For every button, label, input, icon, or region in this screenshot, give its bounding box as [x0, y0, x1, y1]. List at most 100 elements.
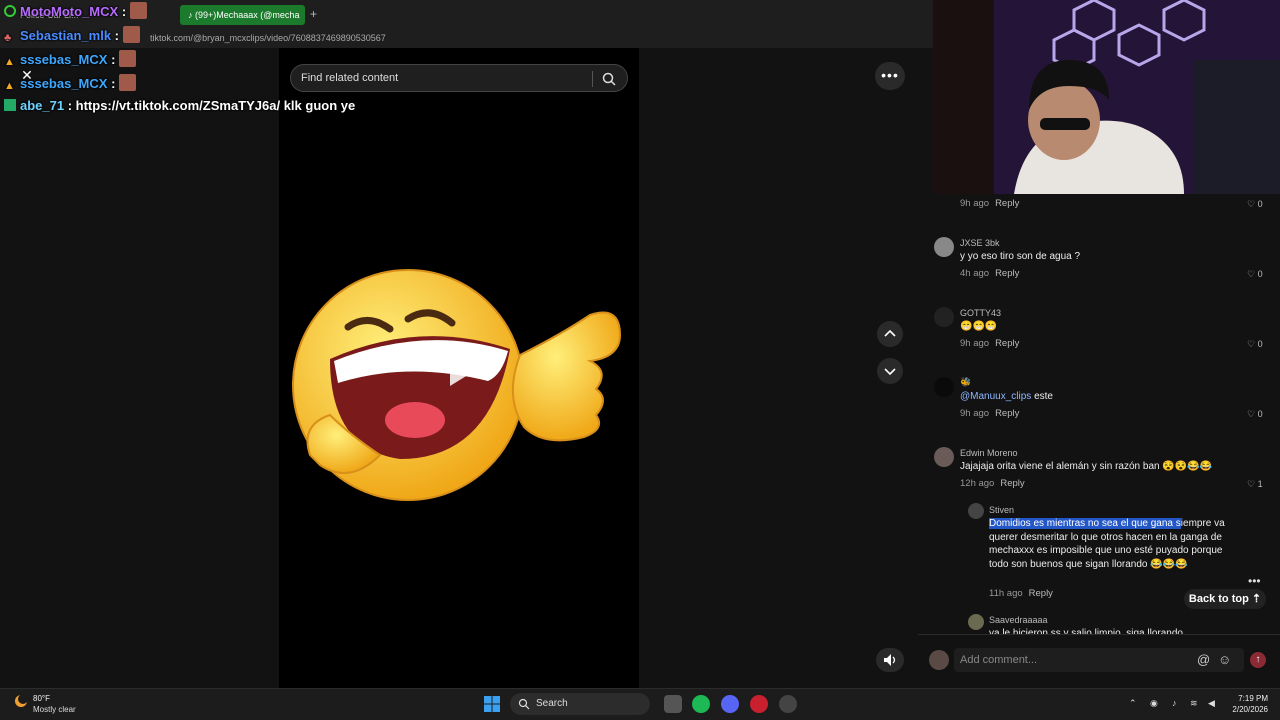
- discord-icon[interactable]: [721, 695, 739, 713]
- reply-author[interactable]: Saavedraaaaa: [989, 615, 1048, 625]
- like-count: 0: [1257, 409, 1263, 419]
- user-avatar[interactable]: [929, 650, 949, 670]
- chat-username: MotoMoto_MCX: [20, 4, 119, 19]
- comment-meta: 12h ago Reply: [960, 478, 1025, 489]
- like-count: 0: [1257, 199, 1263, 209]
- tab-tiktok[interactable]: ♪ (99+)Mechaaax (@mecha: [180, 5, 305, 25]
- comment-time: 9h ago: [960, 198, 990, 209]
- reply-button[interactable]: Reply: [1000, 478, 1024, 489]
- badge-icon: [4, 5, 16, 17]
- comment-text: Jajajaja orita viene el alemán y sin raz…: [960, 461, 1213, 472]
- selected-text: Domidios es mientras no sea el que gana …: [989, 518, 1181, 529]
- comment-author[interactable]: Edwin Moreno: [960, 448, 1018, 458]
- chevron-up-icon[interactable]: ⌃: [1129, 698, 1137, 709]
- avatar[interactable]: [968, 614, 984, 630]
- mention-icon[interactable]: @: [1197, 652, 1210, 667]
- play-icon[interactable]: [440, 350, 480, 390]
- related-search-box[interactable]: Find related content: [290, 64, 628, 92]
- spotify-icon[interactable]: [692, 695, 710, 713]
- like-count: 0: [1257, 339, 1263, 349]
- volume-button[interactable]: [876, 648, 904, 672]
- comment-time: 4h ago: [960, 268, 990, 279]
- file-explorer-icon[interactable]: [664, 695, 682, 713]
- search-divider: [592, 71, 593, 87]
- chat-username: abe_71: [20, 98, 65, 113]
- more-options-button[interactable]: •••: [875, 62, 905, 90]
- comment-time: 9h ago: [960, 338, 990, 349]
- avatar[interactable]: [934, 447, 954, 467]
- emote-icon: [130, 2, 148, 19]
- flame-badge-icon: ▲: [4, 80, 15, 92]
- previous-video-button[interactable]: [877, 321, 903, 347]
- comment-meta: 9h ago Reply: [960, 198, 1019, 209]
- badge-icon: ♣: [4, 32, 12, 44]
- url-text: tiktok.com/@bryan_mcxclips/video/7608837…: [150, 33, 386, 43]
- windows-start-icon[interactable]: [484, 696, 500, 712]
- app-icon[interactable]: [779, 695, 797, 713]
- comment-author[interactable]: 🐝: [960, 377, 971, 388]
- webcam-feed: [934, 0, 1280, 194]
- reply-button[interactable]: Reply: [1029, 588, 1053, 599]
- reply-options-icon[interactable]: •••: [1248, 574, 1261, 588]
- comment-text-body: este: [1031, 391, 1053, 402]
- close-icon[interactable]: ✕: [18, 66, 36, 84]
- avatar[interactable]: [934, 377, 954, 397]
- reply-button[interactable]: Reply: [995, 408, 1019, 419]
- weather-temp[interactable]: 80°F: [33, 694, 50, 703]
- comment-meta: 4h ago Reply: [960, 268, 1019, 279]
- like-button[interactable]: ♡ 0: [1247, 409, 1263, 420]
- speaker-icon[interactable]: ◀: [1208, 698, 1215, 709]
- like-count: 0: [1257, 269, 1263, 279]
- search-placeholder: Find related content: [301, 72, 399, 84]
- post-comment-button[interactable]: ↑: [1250, 652, 1266, 668]
- like-button[interactable]: ♡ 1: [1247, 479, 1263, 490]
- chat-username: sssebas_MCX: [20, 52, 108, 67]
- microphone-icon[interactable]: ♪: [1172, 698, 1177, 708]
- reply-meta: 11h ago Reply: [989, 588, 1053, 599]
- back-to-top-label: Back to top: [1188, 593, 1249, 605]
- chevron-down-icon: [884, 368, 896, 376]
- chat-username: Sebastian_mlk: [20, 28, 112, 43]
- like-button[interactable]: ♡ 0: [1247, 269, 1263, 280]
- next-video-button[interactable]: [877, 358, 903, 384]
- weather-desc[interactable]: Mostly clear: [33, 705, 76, 714]
- network-icon[interactable]: ◉: [1150, 698, 1158, 709]
- search-icon[interactable]: [601, 71, 617, 87]
- reply-author[interactable]: Stiven: [989, 505, 1014, 515]
- chat-message: MotoMoto_MCX :: [4, 2, 148, 19]
- badge-icon: [4, 99, 16, 111]
- reply-button[interactable]: Reply: [995, 198, 1019, 209]
- search-label: Search: [536, 698, 568, 709]
- comment-author[interactable]: GOTTY43: [960, 308, 1001, 318]
- back-to-top-button[interactable]: Back to top ⇡: [1184, 589, 1266, 609]
- avatar[interactable]: [968, 503, 984, 519]
- speaker-icon: [884, 654, 896, 666]
- taskbar-search[interactable]: Search: [510, 693, 650, 715]
- avatar[interactable]: [934, 237, 954, 257]
- like-count: 1: [1257, 479, 1263, 489]
- chat-message-text: https://vt.tiktok.com/ZSmaTYJ6a/ klk guo…: [75, 98, 356, 113]
- reply-text: Domidios es mientras no sea el que gana …: [989, 517, 1234, 571]
- avatar[interactable]: [934, 307, 954, 327]
- wifi-icon[interactable]: ≋: [1190, 698, 1198, 709]
- clock-time: 7:19 PM: [1238, 694, 1268, 703]
- emote-icon: [119, 74, 137, 91]
- comment-meta: 9h ago Reply: [960, 338, 1019, 349]
- comment-author[interactable]: JXSE 3bk: [960, 238, 1000, 248]
- opera-icon[interactable]: [750, 695, 768, 713]
- new-tab-button[interactable]: +: [310, 7, 317, 21]
- reply-button[interactable]: Reply: [995, 268, 1019, 279]
- emote-icon: [123, 26, 140, 43]
- reply-button[interactable]: Reply: [995, 338, 1019, 349]
- comment-text: y yo eso tiro son de agua ?: [960, 251, 1081, 262]
- reply-text: ya le hicieron ss y salio limpio, siga l…: [989, 628, 1183, 634]
- like-button[interactable]: ♡ 0: [1247, 199, 1263, 210]
- emoji-icon[interactable]: ☺: [1218, 652, 1231, 667]
- mention-link[interactable]: @Manuux_clips: [960, 391, 1031, 402]
- chat-message: abe_71 : https://vt.tiktok.com/ZSmaTYJ6a…: [4, 98, 355, 113]
- comment-time: 9h ago: [960, 408, 990, 419]
- chat-message: ♣ Sebastian_mlk :: [4, 26, 140, 44]
- tab-label: (99+)Mechaaax (@mecha: [195, 10, 300, 20]
- clock[interactable]: 7:19 PM 2/20/2026: [1224, 693, 1268, 715]
- like-button[interactable]: ♡ 0: [1247, 339, 1263, 350]
